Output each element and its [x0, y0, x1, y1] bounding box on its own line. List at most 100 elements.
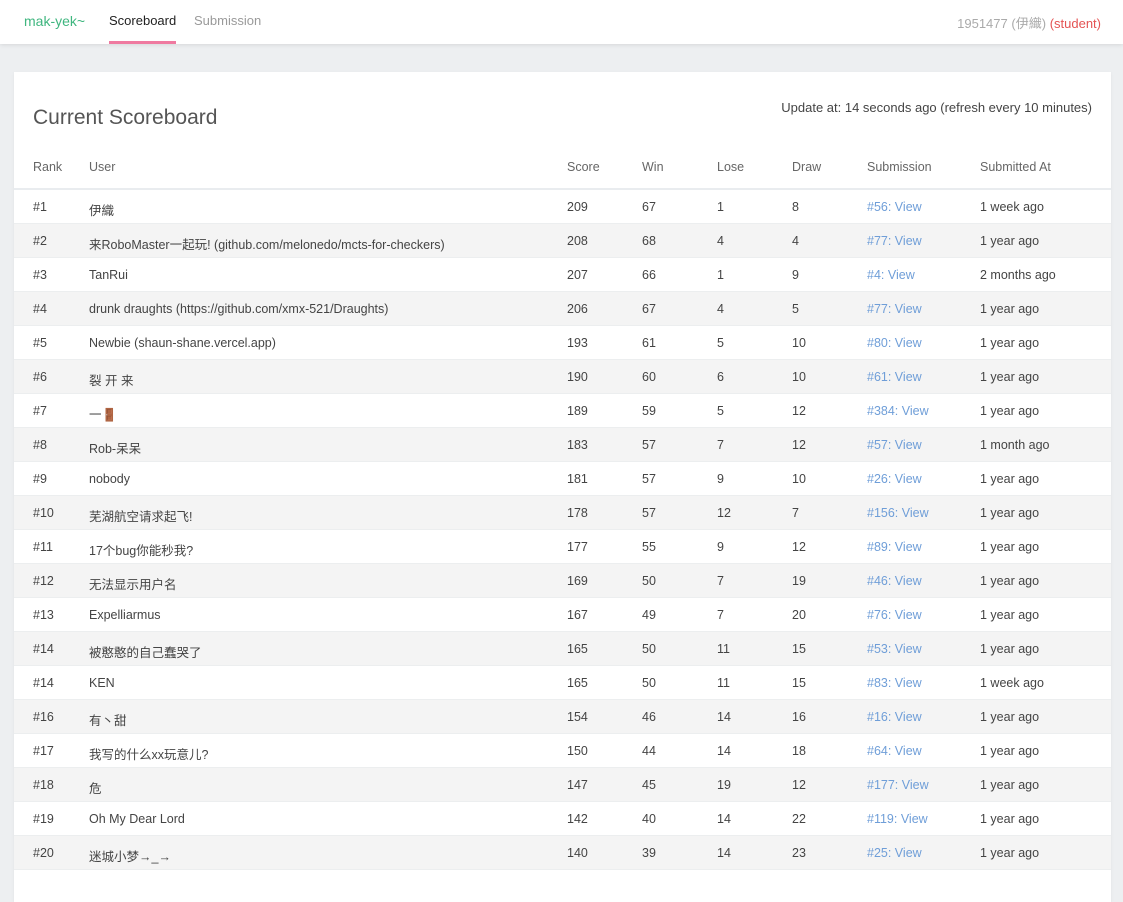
user-name: (伊織)	[1011, 16, 1047, 31]
table-row: #14 被憨憨的自己蠢哭了 165 50 11 15 #53: View 1 year ago	[14, 632, 1111, 666]
win-cell: 49	[642, 608, 656, 622]
brand-logo[interactable]: mak-yek~	[24, 13, 85, 29]
submission-link[interactable]: #26: View	[867, 472, 922, 486]
score-cell: 167	[567, 608, 588, 622]
score-cell: 183	[567, 438, 588, 452]
draw-cell: 15	[792, 676, 806, 690]
draw-cell: 12	[792, 404, 806, 418]
draw-cell: 22	[792, 812, 806, 826]
submission-link[interactable]: #4: View	[867, 268, 915, 282]
draw-cell: 15	[792, 642, 806, 656]
table-row: #16 有丶甜 154 46 14 16 #16: View 1 year ago	[14, 700, 1111, 734]
table-row: #12 无法显示用户名 169 50 7 19 #46: View 1 year ago	[14, 564, 1111, 598]
rank-cell: #7	[33, 404, 47, 418]
top-navbar: mak-yek~ Scoreboard Submission 1951477 (…	[0, 0, 1123, 44]
user-info[interactable]: 1951477 (伊織) (student)	[957, 13, 1101, 32]
draw-cell: 10	[792, 336, 806, 350]
draw-cell: 4	[792, 234, 799, 248]
score-cell: 206	[567, 302, 588, 316]
header-score: Score	[567, 160, 600, 174]
lose-cell: 11	[717, 676, 730, 690]
submission-link[interactable]: #64: View	[867, 744, 922, 758]
draw-cell: 20	[792, 608, 806, 622]
lose-cell: 14	[717, 744, 731, 758]
table-row: #7 一🚪 189 59 5 12 #384: View 1 year ago	[14, 394, 1111, 428]
submitted-at-cell: 1 year ago	[980, 302, 1040, 316]
lose-cell: 19	[717, 778, 731, 792]
submission-link[interactable]: #16: View	[867, 710, 922, 724]
table-row: #8 Rob-呆呆 183 57 7 12 #57: View 1 month ago	[14, 428, 1111, 462]
submission-link[interactable]: #177: View	[867, 778, 929, 792]
table-body: #1 伊織 209 67 1 8 #56: View 1 week ago #2 来RoboMas…	[14, 190, 1111, 870]
win-cell: 59	[642, 404, 656, 418]
submission-link[interactable]: #119: View	[867, 812, 928, 826]
submission-link[interactable]: #25: View	[867, 846, 922, 860]
lose-cell: 14	[717, 710, 731, 724]
lose-cell: 5	[717, 404, 724, 418]
submission-link[interactable]: #46: View	[867, 574, 922, 588]
submission-link[interactable]: #57: View	[867, 438, 922, 452]
draw-cell: 12	[792, 778, 806, 792]
win-cell: 44	[642, 744, 656, 758]
header-win: Win	[642, 160, 664, 174]
table-row: #1 伊織 209 67 1 8 #56: View 1 week ago	[14, 190, 1111, 224]
rank-cell: #19	[33, 812, 54, 826]
user-cell: Newbie (shaun-shane.vercel.app)	[89, 336, 276, 350]
draw-cell: 12	[792, 438, 806, 452]
submission-link[interactable]: #77: View	[867, 302, 922, 316]
submission-link[interactable]: #77: View	[867, 234, 922, 248]
submission-link[interactable]: #89: View	[867, 540, 922, 554]
submitted-at-cell: 1 year ago	[980, 812, 1040, 826]
user-cell: nobody	[89, 472, 131, 486]
submission-link[interactable]: #384: View	[867, 404, 929, 418]
submitted-at-cell: 1 year ago	[980, 744, 1040, 758]
submission-link[interactable]: #56: View	[867, 200, 922, 214]
submitted-at-cell: 1 year ago	[980, 710, 1040, 724]
win-cell: 50	[642, 676, 656, 690]
header-submission: Submission	[867, 160, 932, 174]
lose-cell: 1	[717, 268, 724, 282]
table-row: #4 drunk draughts (https://github.com/xmx…	[14, 292, 1111, 326]
user-role: (student)	[1049, 16, 1101, 31]
lose-cell: 4	[717, 302, 724, 316]
submitted-at-cell: 1 week ago	[980, 200, 1044, 214]
score-cell: 190	[567, 370, 588, 384]
submission-link[interactable]: #76: View	[867, 608, 922, 622]
rank-cell: #17	[33, 744, 54, 758]
rank-cell: #11	[33, 540, 53, 554]
lose-cell: 14	[717, 846, 731, 860]
win-cell: 67	[642, 200, 656, 214]
submission-link[interactable]: #53: View	[867, 642, 922, 656]
draw-cell: 12	[792, 540, 806, 554]
header-lose: Lose	[717, 160, 745, 174]
user-cell: 迷城小梦→_→	[89, 850, 171, 864]
user-cell: Expelliarmus	[89, 608, 161, 622]
lose-cell: 7	[717, 438, 724, 452]
submission-link[interactable]: #156: View	[867, 506, 929, 520]
submission-link[interactable]: #80: View	[867, 336, 922, 350]
user-cell: 无法显示用户名	[89, 578, 177, 592]
submission-link[interactable]: #61: View	[867, 370, 922, 384]
tab-submission[interactable]: Submission	[194, 13, 261, 28]
draw-cell: 5	[792, 302, 799, 316]
submitted-at-cell: 1 year ago	[980, 642, 1040, 656]
score-cell: 193	[567, 336, 588, 350]
submitted-at-cell: 1 week ago	[980, 676, 1044, 690]
rank-cell: #16	[33, 710, 54, 724]
score-cell: 177	[567, 540, 588, 554]
score-cell: 150	[567, 744, 588, 758]
score-cell: 181	[567, 472, 588, 486]
win-cell: 66	[642, 268, 656, 282]
rank-cell: #3	[33, 268, 47, 282]
submitted-at-cell: 1 year ago	[980, 336, 1040, 350]
score-cell: 169	[567, 574, 588, 588]
tab-scoreboard[interactable]: Scoreboard	[109, 13, 176, 28]
submission-link[interactable]: #83: View	[867, 676, 922, 690]
rank-cell: #10	[33, 506, 54, 520]
header-submitted-at: Submitted At	[980, 160, 1051, 174]
user-cell: Oh My Dear Lord	[89, 812, 185, 826]
win-cell: 45	[642, 778, 656, 792]
user-cell: 危	[89, 782, 102, 796]
rank-cell: #8	[33, 438, 47, 452]
rank-cell: #4	[33, 302, 47, 316]
